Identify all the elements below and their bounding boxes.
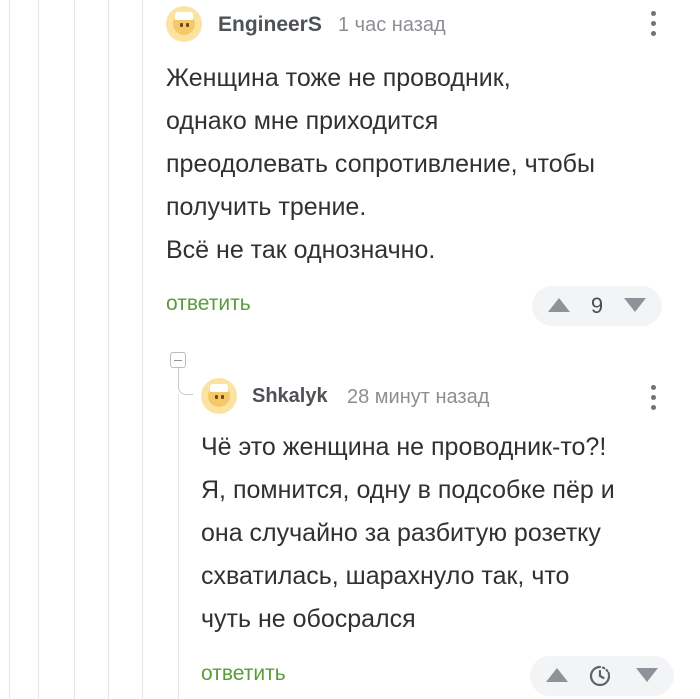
comment-line: Женщина тоже не проводник,: [166, 64, 511, 92]
avatar[interactable]: [201, 378, 237, 414]
thread-line: [108, 0, 109, 699]
timer-icon: [589, 665, 611, 687]
comment-line: преодолевать сопротивление, чтобы: [166, 150, 595, 178]
comment-line: чуть не обосрался: [201, 605, 416, 633]
reply-button[interactable]: ответить: [166, 292, 251, 316]
comment-header: Shkalyk 28 минут назад: [201, 378, 676, 414]
comment: EngineerS 1 час назад Женщина тоже не пр…: [166, 0, 676, 335]
comment-time[interactable]: 28 минут назад: [347, 386, 489, 409]
rating-widget: [530, 656, 674, 696]
comment-line: Чё это женщина не проводник-то?!: [201, 433, 607, 461]
downvote-icon[interactable]: [636, 668, 658, 682]
comments-thread: EngineerS 1 час назад Женщина тоже не пр…: [0, 0, 700, 699]
comment-header: EngineerS 1 час назад: [166, 6, 676, 42]
comment-line: получить трение.: [166, 193, 367, 221]
comment-line: Всё не так однозначно.: [166, 236, 436, 264]
comment-author[interactable]: Shkalyk: [252, 385, 328, 408]
reply-button[interactable]: ответить: [201, 662, 286, 686]
comment-author[interactable]: EngineerS: [218, 13, 322, 37]
comment-line: она случайно за разбитую розетку: [201, 519, 601, 547]
rating-widget: 9: [532, 286, 662, 326]
more-options-icon[interactable]: [644, 382, 664, 414]
avatar[interactable]: [166, 6, 202, 42]
comment-line: однако мне приходится: [166, 107, 439, 135]
thread-line: [74, 0, 75, 699]
comment-text: Женщина тоже не проводник, однако мне пр…: [166, 57, 676, 272]
thread-line: [142, 0, 143, 699]
thread-line: [178, 394, 179, 699]
comment-text: Чё это женщина не проводник-то?! Я, помн…: [201, 426, 676, 641]
comment: Shkalyk 28 минут назад Чё это женщина не…: [201, 370, 676, 699]
thread-branch-line: [178, 368, 193, 395]
collapse-thread-button[interactable]: [170, 352, 186, 368]
comment-line: схватилась, шарахнуло так, что: [201, 562, 570, 590]
downvote-icon[interactable]: [624, 298, 646, 312]
upvote-icon[interactable]: [546, 668, 568, 682]
comment-time[interactable]: 1 час назад: [338, 14, 446, 37]
comment-line: Я, помнится, одну в подсобке пёр и: [201, 476, 615, 504]
thread-line: [9, 0, 10, 699]
thread-line: [38, 0, 39, 699]
more-options-icon[interactable]: [644, 8, 664, 40]
